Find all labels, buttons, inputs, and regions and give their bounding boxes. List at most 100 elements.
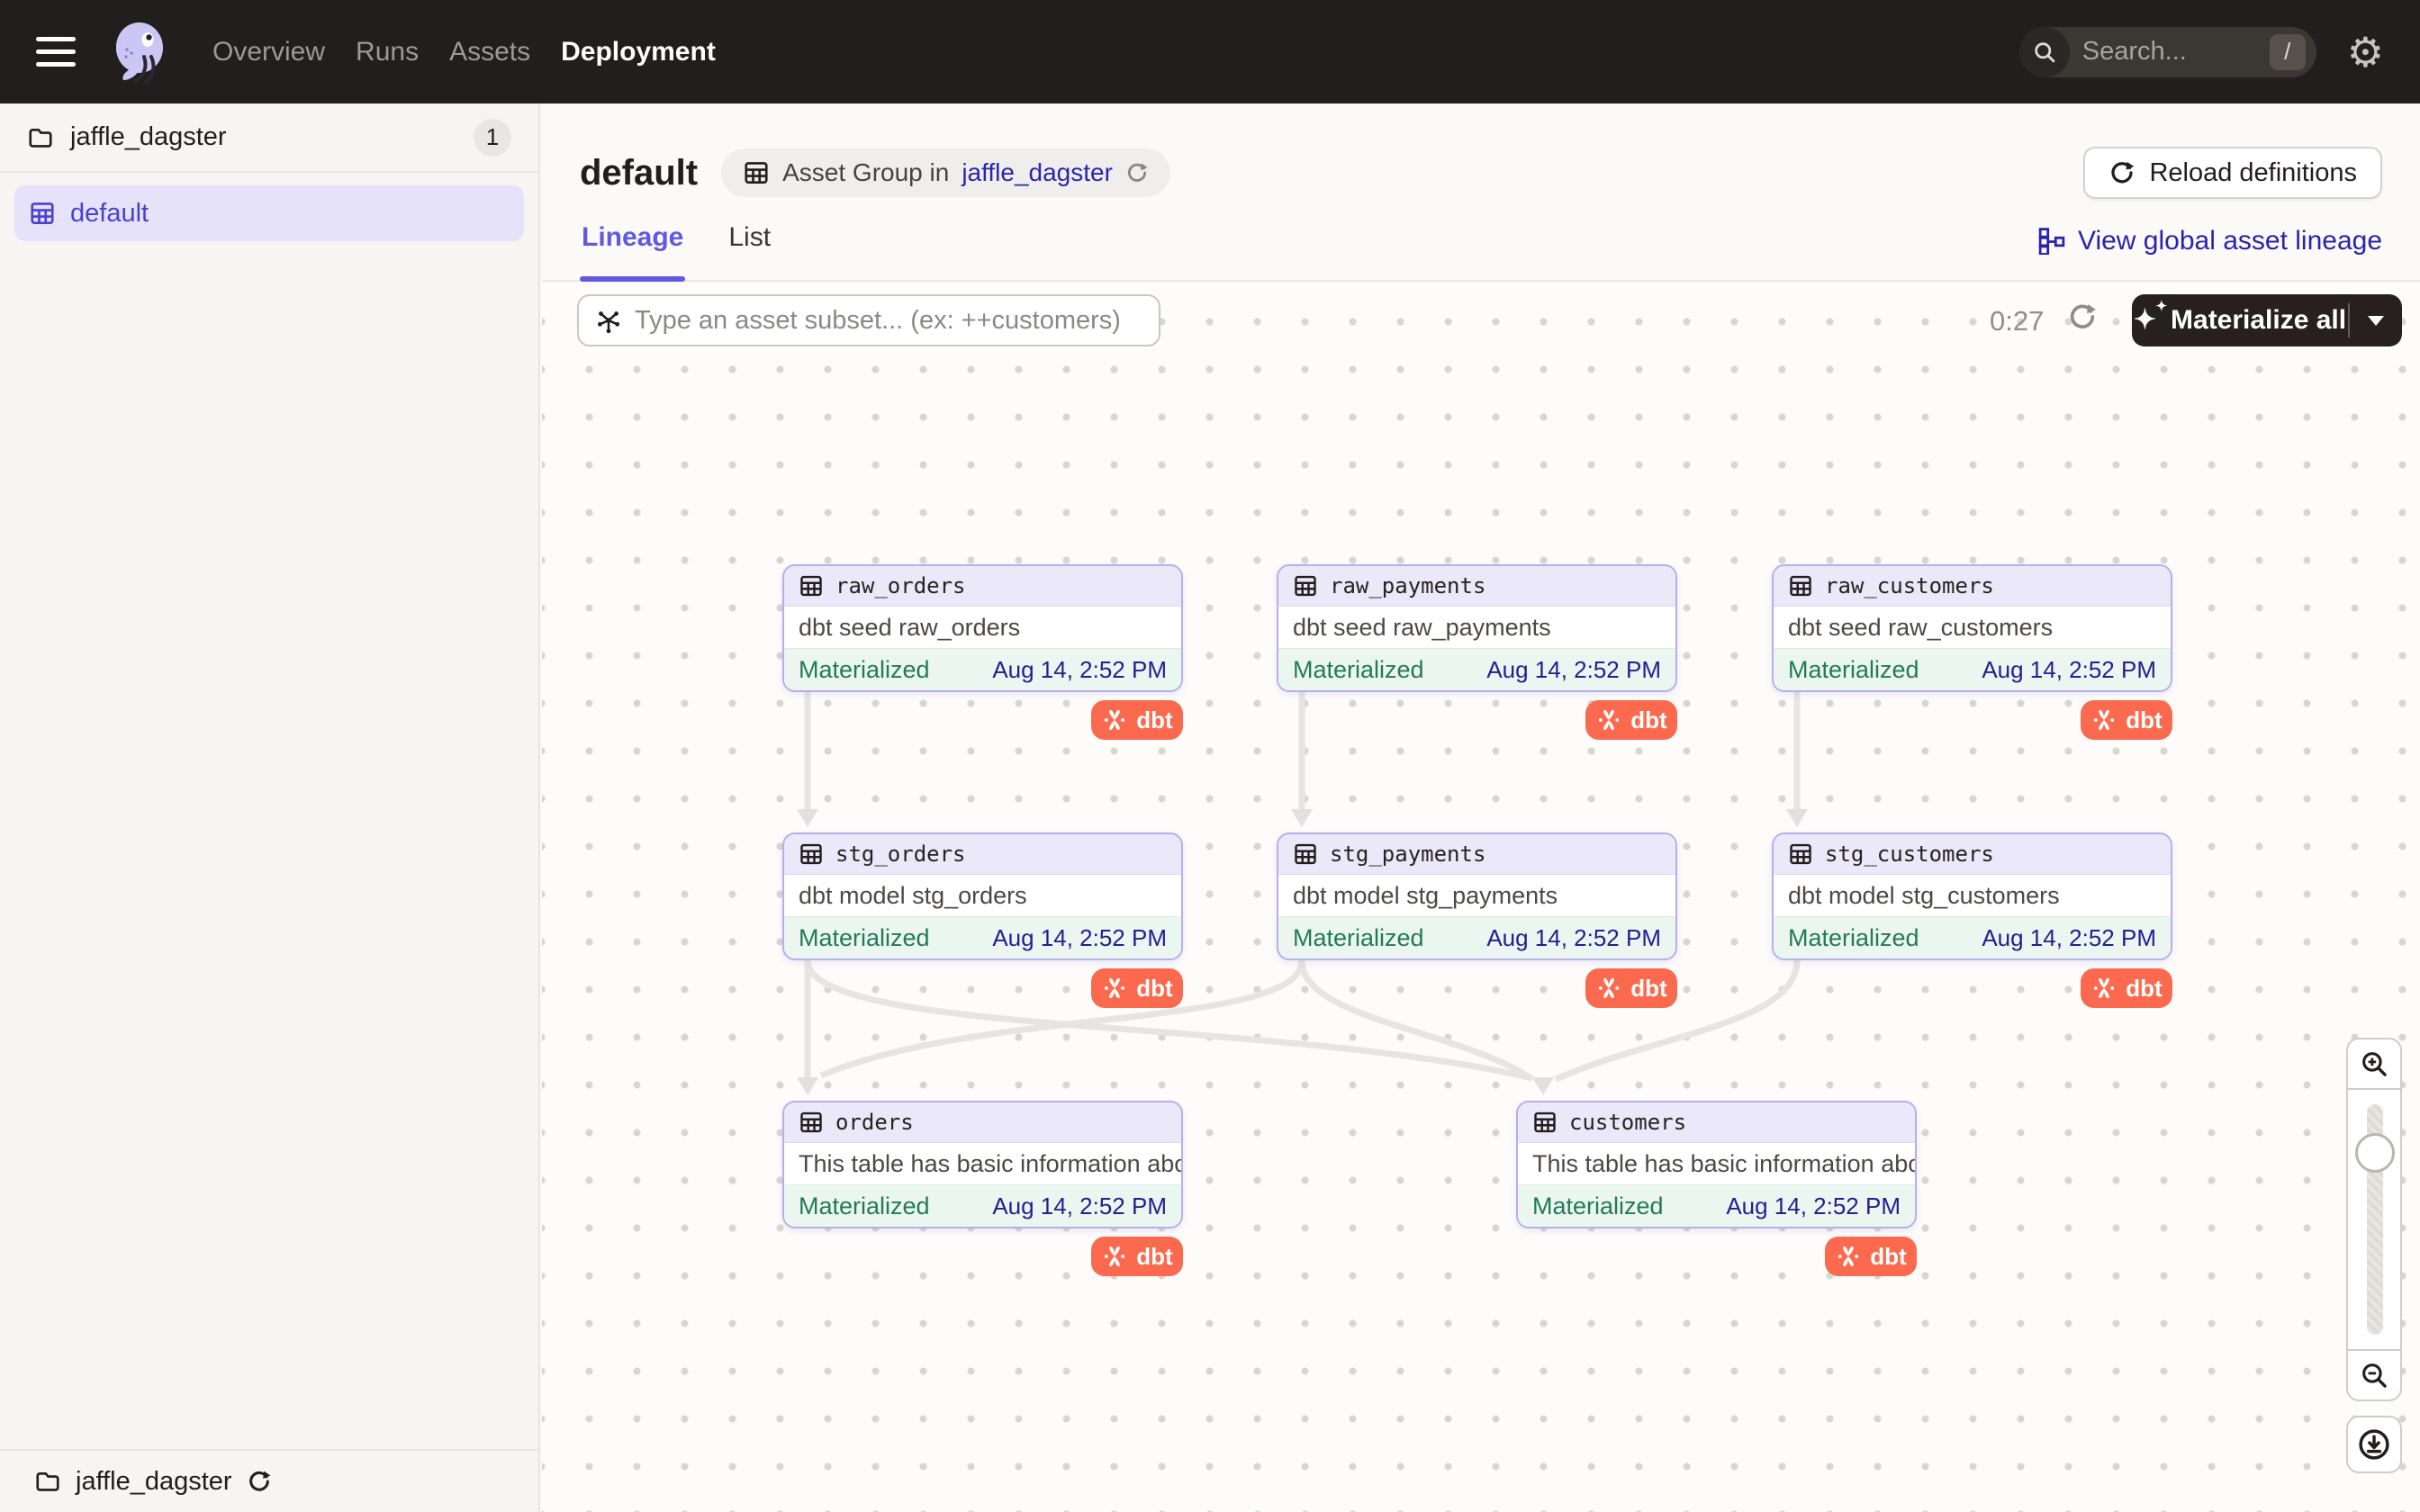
materialization-timestamp[interactable]: Aug 14, 2:52 PM — [1486, 924, 1661, 952]
table-icon — [1788, 573, 1813, 598]
dbt-badge[interactable]: dbt — [1091, 968, 1183, 1008]
refresh-icon[interactable] — [1125, 161, 1149, 184]
sidebar-group-jaffle-dagster[interactable]: jaffle_dagster 1 — [0, 104, 538, 173]
zoom-slider-handle[interactable] — [2355, 1133, 2395, 1173]
asset-description: This table has basic information about .… — [1518, 1143, 1915, 1184]
asset-node-stg-customers[interactable]: stg_customers dbt model stg_customers Ma… — [1772, 832, 2172, 960]
dbt-logo-icon — [1835, 1243, 1862, 1270]
asset-node-raw-customers[interactable]: raw_customers dbt seed raw_customers Mat… — [1772, 564, 2172, 692]
asset-description: This table has basic information about .… — [784, 1143, 1181, 1184]
nav-item-deployment[interactable]: Deployment — [561, 37, 716, 68]
zoom-controls — [2346, 1038, 2402, 1473]
asset-node-raw-payments[interactable]: raw_payments dbt seed raw_payments Mater… — [1277, 564, 1677, 692]
page-header: default Asset Group in jaffle_dagster Re… — [542, 104, 2420, 212]
refresh-icon[interactable] — [247, 1469, 272, 1494]
asset-node-orders[interactable]: orders This table has basic information … — [782, 1101, 1183, 1228]
menu-icon[interactable] — [36, 37, 76, 67]
asset-name: stg_orders — [835, 842, 966, 867]
reload-definitions-button[interactable]: Reload definitions — [2083, 147, 2382, 199]
asset-group-link[interactable]: jaffle_dagster — [962, 158, 1113, 187]
asset-name: stg_payments — [1330, 842, 1485, 867]
materialization-timestamp[interactable]: Aug 14, 2:52 PM — [1486, 656, 1661, 684]
nav-item-assets[interactable]: Assets — [449, 37, 530, 68]
zoom-slider[interactable] — [2346, 1088, 2402, 1351]
lineage-graph-icon — [2038, 228, 2065, 255]
status-badge: Materialized — [1788, 656, 1919, 684]
search-input[interactable] — [2070, 37, 2270, 67]
asset-description: dbt seed raw_payments — [1278, 607, 1675, 648]
asset-name: raw_payments — [1330, 573, 1485, 598]
asset-node-customers[interactable]: customers This table has basic informati… — [1516, 1101, 1917, 1228]
dbt-logo-icon — [2090, 706, 2118, 734]
sidebar-item-default[interactable]: default — [14, 185, 524, 241]
asset-description: dbt model stg_orders — [784, 875, 1181, 916]
status-badge: Materialized — [1293, 924, 1424, 952]
gear-icon[interactable]: ⚙ — [2347, 32, 2384, 73]
folder-icon — [34, 1468, 61, 1495]
dbt-logo-icon — [1595, 706, 1622, 734]
table-icon — [1293, 842, 1318, 867]
asset-node-raw-orders[interactable]: raw_orders dbt seed raw_orders Materiali… — [782, 564, 1183, 692]
asset-name: raw_customers — [1825, 573, 1994, 598]
asset-name: customers — [1569, 1110, 1686, 1135]
nav-item-overview[interactable]: Overview — [212, 37, 325, 68]
dbt-logo-icon — [1101, 706, 1128, 734]
status-badge: Materialized — [1532, 1192, 1664, 1220]
asset-node-stg-payments[interactable]: stg_payments dbt model stg_payments Mate… — [1277, 832, 1677, 960]
dbt-logo-icon — [1101, 975, 1128, 1002]
dbt-badge[interactable]: dbt — [1091, 700, 1183, 740]
download-graph-button[interactable] — [2346, 1416, 2402, 1473]
asset-description: dbt seed raw_customers — [1774, 607, 2171, 648]
zoom-in-icon — [2359, 1048, 2389, 1079]
folder-icon — [27, 124, 54, 151]
materialization-timestamp[interactable]: Aug 14, 2:52 PM — [1982, 924, 2156, 952]
zoom-in-button[interactable] — [2346, 1038, 2402, 1090]
dagster-logo-icon[interactable] — [112, 21, 171, 84]
dbt-badge[interactable]: dbt — [1585, 968, 1677, 1008]
materialization-timestamp[interactable]: Aug 14, 2:52 PM — [1982, 656, 2156, 684]
sidebar-footer: jaffle_dagster — [0, 1449, 538, 1512]
materialization-timestamp[interactable]: Aug 14, 2:52 PM — [992, 1192, 1167, 1220]
dbt-badge[interactable]: dbt — [1585, 700, 1677, 740]
main-panel: default Asset Group in jaffle_dagster Re… — [542, 104, 2420, 1512]
materialization-timestamp[interactable]: Aug 14, 2:52 PM — [992, 924, 1167, 952]
tab-lineage[interactable]: Lineage — [580, 222, 685, 280]
asset-group-badge: Asset Group in jaffle_dagster — [721, 148, 1170, 197]
tab-list[interactable]: List — [727, 222, 772, 280]
zoom-out-icon — [2359, 1360, 2389, 1390]
search-shortcut-badge: / — [2270, 34, 2306, 70]
search-icon — [2019, 27, 2070, 77]
status-badge: Materialized — [1293, 656, 1424, 684]
dbt-badge[interactable]: dbt — [1825, 1237, 1917, 1276]
sidebar-item-label: default — [70, 199, 149, 229]
dbt-badge[interactable]: dbt — [2081, 700, 2172, 740]
status-badge: Materialized — [799, 656, 930, 684]
table-icon — [799, 842, 824, 867]
table-icon — [1532, 1110, 1558, 1135]
asset-name: raw_orders — [835, 573, 966, 598]
status-badge: Materialized — [1788, 924, 1919, 952]
status-badge: Materialized — [799, 1192, 930, 1220]
dbt-badge[interactable]: dbt — [2081, 968, 2172, 1008]
zoom-out-button[interactable] — [2346, 1349, 2402, 1401]
asset-name: orders — [835, 1110, 914, 1135]
table-icon — [743, 159, 770, 186]
table-icon — [799, 1110, 824, 1135]
dagster-app: Overview Runs Assets Deployment / ⚙ jaff… — [0, 0, 2420, 1512]
table-icon — [1293, 573, 1318, 598]
dbt-logo-icon — [2090, 975, 2118, 1002]
asset-node-stg-orders[interactable]: stg_orders dbt model stg_orders Material… — [782, 832, 1183, 960]
lineage-canvas[interactable]: 0:27 ✦ Materialize all — [542, 282, 2420, 1512]
sidebar-group-label: jaffle_dagster — [70, 122, 457, 152]
group-count-badge: 1 — [474, 119, 511, 157]
global-search[interactable]: / — [2019, 27, 2316, 77]
top-nav: Overview Runs Assets Deployment / ⚙ — [0, 0, 2420, 104]
view-global-asset-lineage-link[interactable]: View global asset lineage — [2038, 226, 2382, 280]
materialization-timestamp[interactable]: Aug 14, 2:52 PM — [1726, 1192, 1901, 1220]
asset-group-icon — [29, 200, 56, 227]
dbt-logo-icon — [1595, 975, 1622, 1002]
nav-item-runs[interactable]: Runs — [356, 37, 419, 68]
materialization-timestamp[interactable]: Aug 14, 2:52 PM — [992, 656, 1167, 684]
dbt-badge[interactable]: dbt — [1091, 1237, 1183, 1276]
table-icon — [799, 573, 824, 598]
